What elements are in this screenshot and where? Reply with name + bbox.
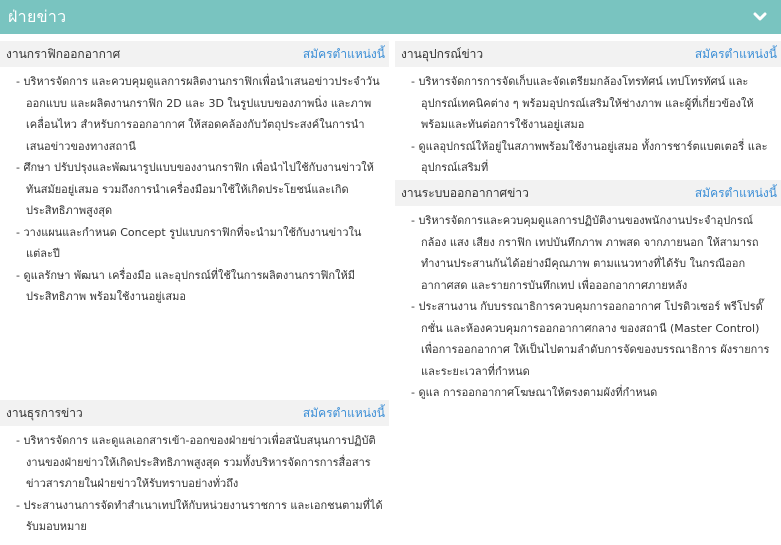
list-item: บริหารจัดการ และควบคุมดูแลการผลิตงานกราฟ… bbox=[16, 71, 383, 157]
list-item: บริหารจัดการ และดูแลเอกสารเข้า-ออกของฝ่า… bbox=[16, 430, 383, 495]
department-title: ฝ่ายข่าว bbox=[8, 6, 67, 26]
job-duties-list: บริหารจัดการ และควบคุมดูแลการผลิตงานกราฟ… bbox=[0, 67, 389, 308]
job-card-header: งานธุรการข่าว สมัครตำแหน่งนี้ bbox=[0, 400, 389, 426]
job-card-news-broadcast-system: งานระบบออกอากาศข่าว สมัครตำแหน่งนี้ บริห… bbox=[395, 180, 781, 404]
job-card-header: งานอุปกรณ์ข่าว สมัครตำแหน่งนี้ bbox=[395, 41, 781, 67]
job-duties-list: บริหารจัดการ และดูแลเอกสารเข้า-ออกของฝ่า… bbox=[0, 426, 389, 538]
apply-link[interactable]: สมัครตำแหน่งนี้ bbox=[303, 404, 385, 423]
list-item: ศึกษา ปรับปรุงและพัฒนารูปแบบของงานกราฟิก… bbox=[16, 157, 383, 222]
list-item: ดูแลอุปกรณ์ให้อยู่ในสภาพพร้อมใช้งานอยู่เ… bbox=[411, 136, 775, 179]
list-item: บริหารจัดการและควบคุมดูแลการปฏิบัติงานขอ… bbox=[411, 210, 775, 296]
apply-link[interactable]: สมัครตำแหน่งนี้ bbox=[695, 184, 777, 203]
job-card-news-administration: งานธุรการข่าว สมัครตำแหน่งนี้ บริหารจัดก… bbox=[0, 400, 389, 538]
job-title: งานระบบออกอากาศข่าว bbox=[401, 185, 529, 200]
job-duties-list: บริหารจัดการและควบคุมดูแลการปฏิบัติงานขอ… bbox=[395, 206, 781, 404]
list-item: บริหารจัดการการจัดเก็บและจัดเตรียมกล้องโ… bbox=[411, 71, 775, 136]
job-card-broadcast-graphics: งานกราฟิกออกอากาศ สมัครตำแหน่งนี้ บริหาร… bbox=[0, 41, 389, 308]
job-card-header: งานกราฟิกออกอากาศ สมัครตำแหน่งนี้ bbox=[0, 41, 389, 67]
apply-link[interactable]: สมัครตำแหน่งนี้ bbox=[695, 45, 777, 64]
list-item: วางแผนและกำหนด Concept รูปแบบกราฟิกที่จะ… bbox=[16, 222, 383, 265]
job-card-header: งานระบบออกอากาศข่าว สมัครตำแหน่งนี้ bbox=[395, 180, 781, 206]
apply-link[interactable]: สมัครตำแหน่งนี้ bbox=[303, 45, 385, 64]
chevron-down-icon[interactable] bbox=[749, 6, 771, 28]
list-item: ประสานงานการจัดทำสำเนาเทปให้กับหน่วยงานร… bbox=[16, 495, 383, 538]
job-duties-list: บริหารจัดการการจัดเก็บและจัดเตรียมกล้องโ… bbox=[395, 67, 781, 179]
list-item: ดูแล การออกอากาศโฆษณาให้ตรงตามผังที่กำหน… bbox=[411, 382, 775, 404]
job-card-news-equipment: งานอุปกรณ์ข่าว สมัครตำแหน่งนี้ บริหารจัด… bbox=[395, 41, 781, 179]
job-title: งานธุรการข่าว bbox=[6, 405, 83, 420]
department-header[interactable]: ฝ่ายข่าว bbox=[0, 0, 781, 34]
list-item: ประสานงาน กับบรรณาธิการควบคุมการออกอากาศ… bbox=[411, 296, 775, 382]
job-title: งานอุปกรณ์ข่าว bbox=[401, 46, 484, 61]
list-item: ดูแลรักษา พัฒนา เครื่องมือ และอุปกรณ์ที่… bbox=[16, 265, 383, 308]
job-title: งานกราฟิกออกอากาศ bbox=[6, 46, 121, 61]
